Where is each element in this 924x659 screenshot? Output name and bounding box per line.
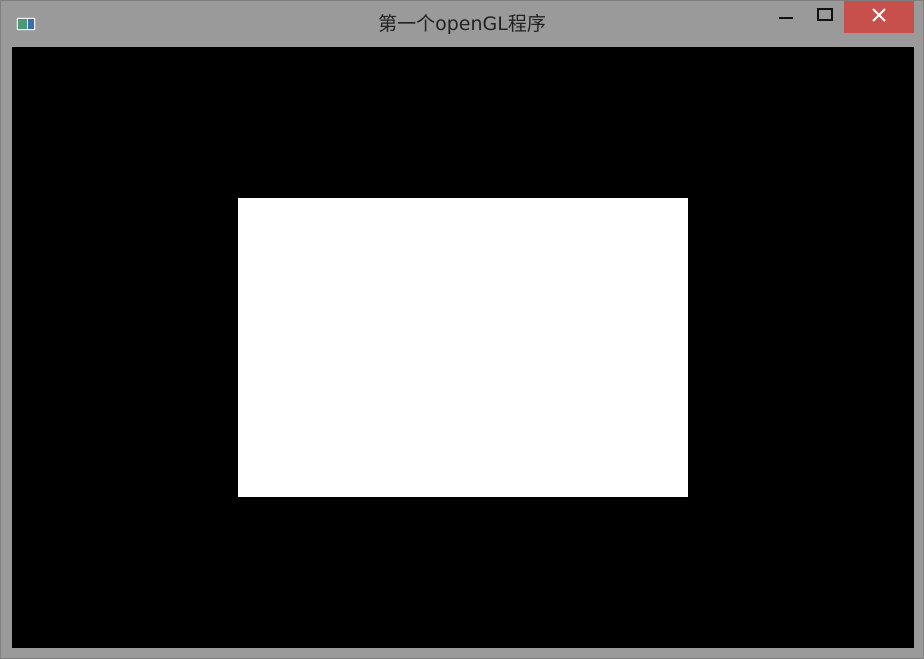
minimize-button[interactable] (769, 1, 803, 33)
maximize-icon (816, 7, 834, 27)
close-icon (871, 7, 887, 27)
opengl-viewport (12, 47, 914, 648)
close-button[interactable] (844, 1, 914, 33)
minimize-icon (778, 7, 794, 27)
app-window: 第一个openGL程序 (0, 0, 924, 659)
maximize-button[interactable] (806, 1, 844, 33)
white-rectangle (238, 198, 688, 497)
title-bar[interactable]: 第一个openGL程序 (1, 1, 923, 46)
